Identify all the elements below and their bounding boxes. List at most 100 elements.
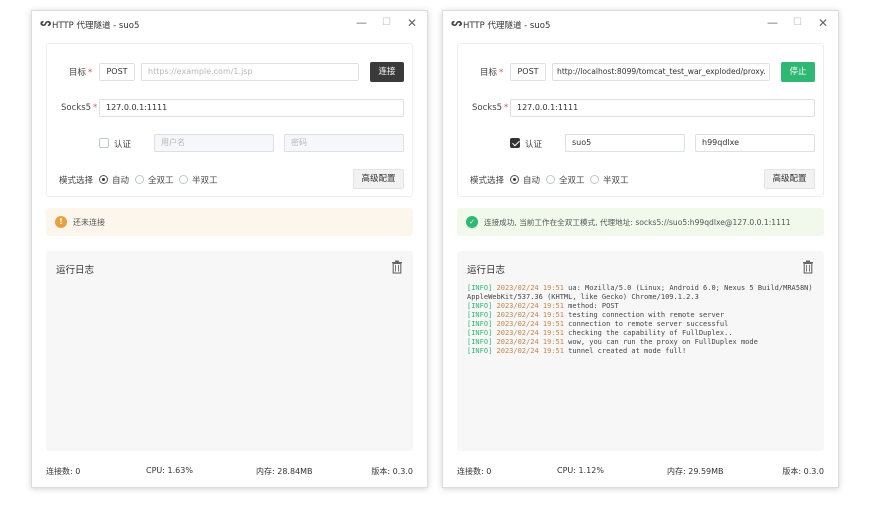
mode-half-label: 半双工	[603, 176, 629, 186]
memory-usage: 内存: 29.59MB	[667, 467, 724, 476]
maximize-icon[interactable]: ☐	[382, 16, 391, 30]
mode-label: 模式选择	[470, 176, 505, 186]
mode-full-label: 全双工	[559, 176, 585, 186]
config-form: 目标 * POST http://localhost:8099/tomcat_te…	[457, 43, 824, 197]
status-alert: ✓ 连接成功, 当前工作在全双工模式, 代理地址: socks5://suo5:…	[457, 208, 824, 236]
connect-button[interactable]: 连接	[370, 62, 404, 82]
method-select[interactable]: POST	[99, 63, 135, 81]
target-label: 目标 *	[69, 68, 93, 78]
mode-auto-label: 自动	[112, 176, 130, 186]
target-url-input[interactable]: http://localhost:8099/tomcat_test_war_ex…	[552, 63, 770, 81]
socks5-label: Socks5 *	[472, 103, 509, 113]
socks5-input[interactable]: 127.0.0.1:1111	[510, 99, 815, 117]
version-label: 版本: 0.3.0	[371, 467, 413, 476]
log-time: 2023/02/24 19:51	[496, 320, 564, 328]
alert-text: 连接成功, 当前工作在全双工模式, 代理地址: socks5://suo5:h9…	[484, 218, 791, 227]
log-message: testing connection with remote server	[568, 311, 725, 319]
close-icon[interactable]: ✕	[818, 16, 828, 30]
mode-auto-label: 自动	[523, 176, 541, 186]
log-time: 2023/02/24 19:51	[496, 347, 564, 355]
log-level: [INFO]	[467, 284, 493, 292]
target-label: 目标 *	[480, 68, 504, 78]
log-line: [INFO] 2023/02/24 19:51 testing connecti…	[467, 311, 814, 320]
socks5-label: Socks5 *	[61, 103, 98, 113]
username-input[interactable]: 用户名	[154, 134, 274, 152]
cpu-usage: CPU: 1.63%	[146, 466, 193, 475]
log-message: tunnel created at mode full!	[568, 347, 687, 355]
alert-text: 还未连接	[73, 218, 105, 227]
log-line: [INFO] 2023/02/24 19:51 method: POST	[467, 302, 814, 311]
app-logo-icon: ᔕ	[40, 18, 52, 29]
log-time: 2023/02/24 19:51	[496, 329, 564, 337]
version-label: 版本: 0.3.0	[782, 467, 824, 476]
log-message: method: POST	[568, 302, 619, 310]
trash-icon[interactable]	[391, 260, 403, 274]
log-panel: 运行日志 [INFO] 2023/02/24 19:51 ua: Mozilla…	[457, 251, 824, 451]
mode-label: 模式选择	[59, 176, 94, 186]
log-line: [INFO] 2023/02/24 19:51 ua: Mozilla/5.0 …	[467, 284, 814, 302]
log-message: wow, you can run the proxy on FullDuplex…	[568, 338, 758, 346]
log-level: [INFO]	[467, 347, 493, 355]
log-level: [INFO]	[467, 311, 493, 319]
log-level: [INFO]	[467, 338, 493, 346]
mode-full-radio[interactable]	[135, 175, 144, 184]
cpu-usage: CPU: 1.12%	[557, 466, 604, 475]
log-title: 运行日志	[467, 265, 506, 276]
advanced-config-button[interactable]: 高级配置	[353, 169, 404, 189]
log-message: connection to remote server successful	[568, 320, 729, 328]
warning-icon: !	[55, 216, 67, 228]
title-bar[interactable]: ᔕ HTTP 代理隧道 - suo5 — ☐ ✕	[32, 11, 427, 37]
connections-count: 连接数: 0	[46, 467, 81, 476]
log-level: [INFO]	[467, 320, 493, 328]
log-message: checking the capability of FullDuplex..	[568, 329, 733, 337]
log-level: [INFO]	[467, 329, 493, 337]
username-input[interactable]: suo5	[565, 134, 685, 152]
mode-half-label: 半双工	[192, 176, 218, 186]
socks5-input[interactable]: 127.0.0.1:1111	[99, 99, 404, 117]
memory-usage: 内存: 28.84MB	[256, 467, 313, 476]
log-line: [INFO] 2023/02/24 19:51 connection to re…	[467, 320, 814, 329]
auth-checkbox[interactable]	[99, 138, 109, 148]
mode-auto-radio[interactable]	[510, 175, 519, 184]
minimize-icon[interactable]: —	[356, 16, 367, 30]
config-form: 目标 * POST https://example.com/1.jsp 连接 So…	[46, 43, 413, 197]
log-time: 2023/02/24 19:51	[496, 284, 564, 292]
log-output: [INFO] 2023/02/24 19:51 ua: Mozilla/5.0 …	[467, 284, 814, 356]
mode-half-radio[interactable]	[590, 175, 599, 184]
password-input[interactable]: h99qdlxe	[695, 134, 815, 152]
stop-button[interactable]: 停止	[781, 62, 815, 82]
log-time: 2023/02/24 19:51	[496, 311, 564, 319]
auth-label: 认证	[114, 140, 132, 150]
mode-full-label: 全双工	[148, 176, 174, 186]
password-input[interactable]: 密码	[284, 134, 404, 152]
log-level: [INFO]	[467, 302, 493, 310]
app-logo-icon: ᔕ	[451, 18, 463, 29]
mode-half-radio[interactable]	[179, 175, 188, 184]
status-bar: 连接数: 0 CPU: 1.63% 内存: 28.84MB 版本: 0.3.0	[46, 466, 413, 480]
log-title: 运行日志	[56, 265, 95, 276]
window-title: HTTP 代理隧道 - suo5	[52, 21, 140, 31]
log-line: [INFO] 2023/02/24 19:51 checking the cap…	[467, 329, 814, 338]
trash-icon[interactable]	[802, 260, 814, 274]
window-right: ᔕ HTTP 代理隧道 - suo5 — ☐ ✕ 目标 * POST http:/…	[442, 10, 839, 488]
log-line: [INFO] 2023/02/24 19:51 tunnel created a…	[467, 347, 814, 356]
window-title: HTTP 代理隧道 - suo5	[463, 21, 551, 31]
window-left: ᔕ HTTP 代理隧道 - suo5 — ☐ ✕ 目标 * POST https:…	[31, 10, 428, 488]
mode-full-radio[interactable]	[546, 175, 555, 184]
connections-count: 连接数: 0	[457, 467, 492, 476]
auth-checkbox[interactable]	[510, 138, 520, 148]
log-panel: 运行日志	[46, 251, 413, 451]
target-url-input[interactable]: https://example.com/1.jsp	[141, 63, 359, 81]
mode-auto-radio[interactable]	[99, 175, 108, 184]
log-time: 2023/02/24 19:51	[496, 338, 564, 346]
status-bar: 连接数: 0 CPU: 1.12% 内存: 29.59MB 版本: 0.3.0	[457, 466, 824, 480]
status-alert: ! 还未连接	[46, 208, 413, 236]
advanced-config-button[interactable]: 高级配置	[764, 169, 815, 189]
method-select[interactable]: POST	[510, 63, 546, 81]
title-bar[interactable]: ᔕ HTTP 代理隧道 - suo5 — ☐ ✕	[443, 11, 838, 37]
check-circle-icon: ✓	[466, 216, 478, 228]
log-time: 2023/02/24 19:51	[496, 302, 564, 310]
maximize-icon[interactable]: ☐	[793, 16, 802, 30]
minimize-icon[interactable]: —	[767, 16, 778, 30]
close-icon[interactable]: ✕	[407, 16, 417, 30]
